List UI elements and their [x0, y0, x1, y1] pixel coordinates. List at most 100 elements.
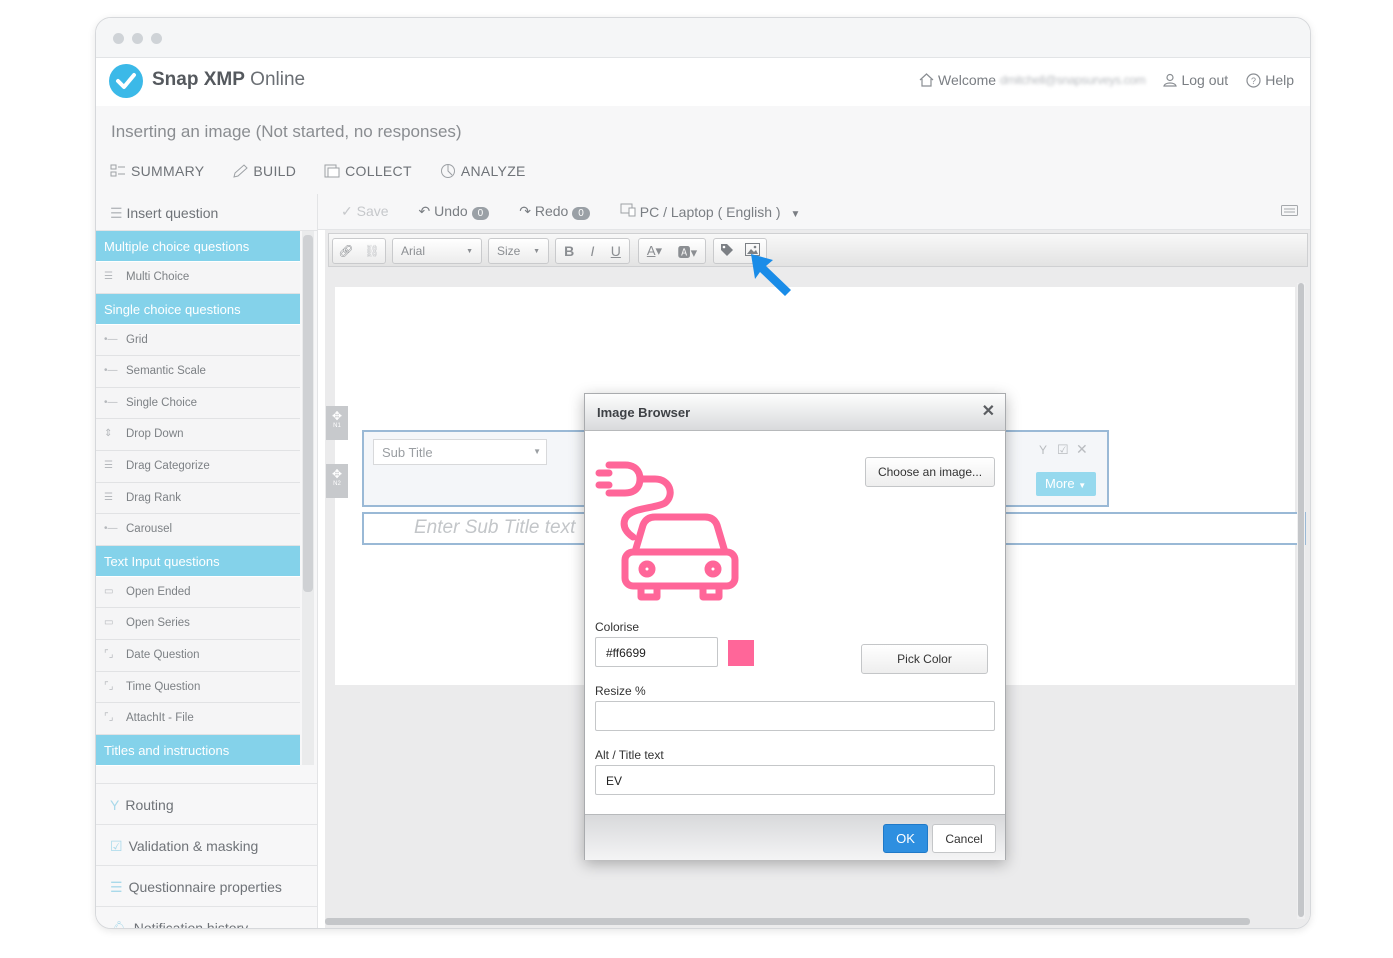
question-type-item[interactable]: ▭ Open Ended: [96, 576, 300, 609]
question-type-item[interactable]: •— Semantic Scale: [96, 356, 300, 388]
resize-input[interactable]: [595, 701, 995, 731]
welcome-label: Welcome: [937, 72, 997, 88]
drag-handle-n2[interactable]: ✥ N2: [326, 464, 348, 498]
option-icon: •—: [104, 523, 118, 535]
tab-build[interactable]: BUILD: [232, 163, 296, 179]
question-type-item[interactable]: ⌜⌟ Time Question: [96, 671, 300, 704]
pick-color-button[interactable]: Pick Color: [861, 644, 988, 674]
question-type-item[interactable]: ⌜⌟ Date Question: [96, 639, 300, 672]
category-single-choice[interactable]: Single choice questions: [96, 293, 300, 325]
bg-color-icon[interactable]: 🅰︎▾: [678, 242, 698, 261]
question-type-item[interactable]: •— Carousel: [96, 514, 300, 546]
italic-button[interactable]: I: [591, 243, 595, 259]
dialog-footer: OK Cancel: [585, 814, 1005, 860]
tab-analyze-label: ANALYZE: [460, 163, 526, 179]
question-type-label: Time Question: [126, 680, 201, 693]
sidebar-scrollbar[interactable]: [302, 231, 314, 765]
action-bar: ✓ Save ↶ Undo 0 ↷ Redo 0 PC / Laptop ( Eng…: [326, 193, 1310, 229]
question-style-select[interactable]: Sub Title ▼: [373, 439, 547, 465]
tab-analyze[interactable]: ANALYZE: [440, 163, 526, 179]
drag-handle-n1[interactable]: ✥ N1: [326, 406, 348, 440]
save-label: Save: [356, 202, 389, 219]
logout-link[interactable]: Log out: [1163, 72, 1228, 88]
undo-button[interactable]: ↶ Undo 0: [419, 203, 490, 220]
rich-text-toolbar: 🔗︎ ⛓︎ Arial ▼ Size ▼ B IU A▾ 🅰︎▾: [328, 233, 1308, 267]
category-text-input[interactable]: Text Input questions: [96, 545, 300, 577]
editor-vertical-thumb[interactable]: [1298, 283, 1304, 917]
question-type-item[interactable]: ☰ Drag Categorize: [96, 450, 300, 483]
font-select[interactable]: Arial ▼: [392, 238, 482, 264]
underline-button[interactable]: U: [611, 243, 621, 259]
dialog-close-icon[interactable]: ✕: [982, 401, 995, 421]
sidebar-section-notifications[interactable]: 🔔︎ Notification history: [96, 906, 318, 928]
editor-horizontal-scrollbar[interactable]: [325, 918, 1250, 925]
checkbox-icon[interactable]: ☑: [1057, 442, 1069, 458]
section-label: Routing: [125, 797, 174, 813]
keyboard-icon[interactable]: [1281, 203, 1298, 219]
analyze-icon: [440, 164, 455, 178]
more-label: More: [1045, 476, 1075, 491]
handle-label: N1: [333, 423, 341, 429]
undo-count: 0: [471, 206, 490, 220]
unlink-icon[interactable]: ⛓︎: [364, 244, 379, 258]
option-icon: •—: [104, 396, 118, 408]
window-dot: [132, 33, 143, 44]
sidebar-section-validation[interactable]: ☑ Validation & masking: [96, 824, 318, 865]
question-type-item[interactable]: ⌜⌟ AttachIt - File: [96, 703, 300, 735]
routing-icon[interactable]: Y: [1039, 443, 1047, 457]
redo-icon: ↷: [519, 202, 531, 219]
help-icon: ?: [1246, 72, 1261, 88]
cancel-button[interactable]: Cancel: [932, 824, 996, 853]
close-icon[interactable]: ✕: [1076, 441, 1088, 458]
link-icon[interactable]: 🔗︎: [338, 244, 353, 258]
dialog-title: Image Browser: [597, 405, 691, 420]
colorise-input[interactable]: #ff6699: [595, 637, 718, 667]
question-type-item[interactable]: •— Single Choice: [96, 387, 300, 420]
save-button[interactable]: ✓ Save: [341, 203, 389, 220]
choose-image-button[interactable]: Choose an image...: [865, 457, 995, 487]
help-label: Help: [1265, 72, 1294, 88]
ok-button[interactable]: OK: [883, 824, 928, 853]
top-bar: Snap XMP Online Welcome dmitchell@snapsu…: [96, 58, 1310, 106]
more-button[interactable]: More ▼: [1036, 472, 1096, 496]
caret-down-icon: ▼: [533, 247, 540, 255]
sidebar-section-properties[interactable]: ☰ Questionnaire properties: [96, 865, 318, 906]
sidebar-insert-question[interactable]: ☰ Insert question: [96, 194, 318, 231]
tag-icon[interactable]: [720, 243, 734, 260]
question-type-item[interactable]: ☰ Multi Choice: [96, 262, 300, 294]
size-select[interactable]: Size ▼: [488, 238, 549, 264]
category-titles[interactable]: Titles and instructions: [96, 734, 300, 766]
sidebar-section-routing[interactable]: Y Routing: [96, 783, 318, 824]
question-style-label: Sub Title: [382, 445, 433, 460]
sidebar-scroll-thumb[interactable]: [303, 235, 313, 592]
move-icon: ✥: [331, 467, 343, 481]
tab-collect[interactable]: COLLECT: [324, 163, 412, 179]
checkbox-icon: ☑: [110, 838, 123, 854]
question-type-item[interactable]: •— Grid: [96, 324, 300, 357]
home-icon: [919, 73, 934, 87]
help-link[interactable]: ? Help: [1246, 72, 1294, 88]
subtitle-placeholder[interactable]: Enter Sub Title text: [414, 517, 575, 539]
textbox-icon: ▭: [104, 585, 114, 597]
question-type-label: Multi Choice: [126, 271, 190, 283]
question-type-item[interactable]: ▭ Open Series: [96, 608, 300, 640]
question-type-label: Drag Rank: [126, 491, 181, 504]
color-swatch[interactable]: [728, 640, 754, 666]
question-type-item[interactable]: ☰ Drag Rank: [96, 482, 300, 515]
editor-vertical-scrollbar[interactable]: [1297, 283, 1305, 919]
redo-button[interactable]: ↷ Redo 0: [519, 203, 590, 220]
routing-icon: Y: [110, 797, 120, 813]
text-color-icon[interactable]: A▾: [647, 243, 662, 259]
question-type-label: Semantic Scale: [126, 365, 206, 378]
tab-summary[interactable]: SUMMARY: [110, 163, 204, 179]
caret-down-icon: ▼: [1078, 481, 1087, 490]
question-type-label: Open Ended: [126, 585, 191, 598]
bold-button[interactable]: B: [564, 243, 574, 259]
pointer-arrow-icon: [749, 252, 795, 303]
question-type-item[interactable]: ⇕ Drop Down: [96, 419, 300, 451]
alt-text-input[interactable]: EV: [595, 765, 995, 795]
category-multiple-choice[interactable]: Multiple choice questions: [96, 231, 300, 262]
handle-label: N2: [333, 481, 341, 487]
device-dropdown[interactable]: PC / Laptop ( English ) ▼: [620, 203, 800, 220]
main-tabs: SUMMARY BUILD COLLECT ANALYZE: [110, 163, 526, 179]
